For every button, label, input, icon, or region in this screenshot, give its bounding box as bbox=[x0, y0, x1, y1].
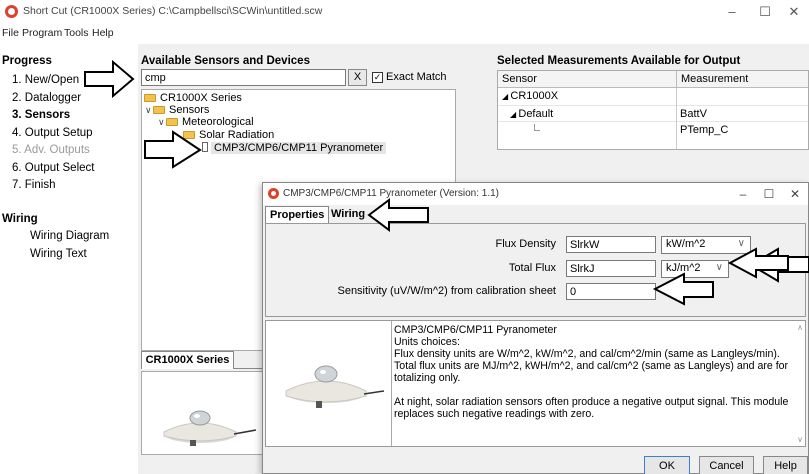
arrow-left-icon bbox=[367, 198, 429, 232]
annotation-arrows bbox=[84, 59, 809, 306]
arrow-left-icon bbox=[652, 272, 714, 306]
app-window: Short Cut (CR1000X Series) C:\Campbellsc… bbox=[0, 0, 809, 474]
arrow-right-icon bbox=[84, 59, 135, 99]
arrow-right-icon bbox=[144, 130, 202, 169]
